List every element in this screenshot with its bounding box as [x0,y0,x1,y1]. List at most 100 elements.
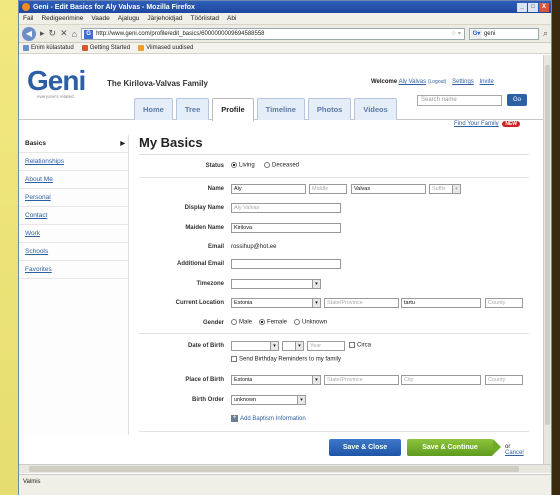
sidebar-item-about-me[interactable]: About Me [19,171,128,189]
search-box-text: geni [483,30,496,37]
email-value: rossihup@hot.ee [231,244,277,250]
sidebar-item-contact[interactable]: Contact [19,207,128,225]
current-city-input[interactable]: tartu [401,298,481,308]
dob-circa[interactable]: Circa [349,342,371,349]
current-country-select[interactable]: Estonia ▾ [231,298,321,308]
birth-country-select[interactable]: Estonia ▾ [231,375,321,385]
dob-year-input[interactable]: Year [307,341,345,351]
menu-view[interactable]: Vaade [91,15,109,22]
birth-state-input[interactable]: State/Province [324,375,399,385]
save-close-button[interactable]: Save & Close [329,439,401,456]
bookmark-label: Viimased uudised [146,45,194,51]
gender-male[interactable]: Male [231,319,252,326]
gender-unknown[interactable]: Unknown [294,319,327,326]
last-name-input[interactable]: Valvas [351,184,426,194]
bookmark-label: Getting Started [89,45,131,51]
birth-county-input[interactable]: County [485,375,523,385]
sidebar-item-schools[interactable]: Schools [19,243,128,261]
middle-name-input[interactable]: Middle [309,184,347,194]
sidebar-item-relationships[interactable]: Relationships [19,153,128,171]
cancel-link[interactable]: Cancel [505,450,524,456]
additional-email-input[interactable] [231,259,341,269]
tab-timeline[interactable]: Timeline [256,98,305,120]
menu-tools[interactable]: Tööriistad [190,15,219,22]
horizontal-scrollbar[interactable] [19,464,551,473]
tab-videos[interactable]: Videos [354,98,397,120]
bookmark-getting-started[interactable]: Getting Started [81,45,131,51]
status-deceased[interactable]: Deceased [264,162,299,169]
radio-icon [259,319,265,325]
gender-female[interactable]: Female [259,319,287,326]
sidebar-item-work[interactable]: Work [19,225,128,243]
save-continue-button[interactable]: Save & Continue [407,439,501,456]
minimize-button[interactable]: _ [517,2,527,12]
scroll-thumb[interactable] [545,65,550,425]
settings-link[interactable]: Settings [452,79,474,85]
birth-order-select[interactable]: unknown ▾ [231,395,306,405]
dob-month-select[interactable]: ▾ [231,341,279,351]
status-living[interactable]: Living [231,162,255,169]
tab-profile[interactable]: Profile [212,98,254,121]
scroll-thumb[interactable] [29,466,519,472]
user-link[interactable]: Aly Valvas [399,79,427,85]
geni-logo[interactable]: Geni everyone's related [27,65,86,99]
page-title: My Basics [139,135,529,155]
chevron-down-icon: ▾ [295,342,303,350]
bookmark-latest-news[interactable]: Viimased uudised [138,45,193,51]
menu-history[interactable]: Ajalugu [118,15,140,22]
browser-window: Geni - Edit Basics for Aly Valvas - Mozi… [18,0,552,495]
birth-city-input[interactable]: City [401,375,481,385]
menu-edit[interactable]: Redigeerimine [41,15,83,22]
page-content: Geni everyone's related The Kirilova-Val… [19,55,551,464]
timezone-select[interactable]: ▾ [231,279,321,289]
menu-bookmarks[interactable]: Järjehoidjad [147,15,182,22]
back-button[interactable]: ◀ [22,26,36,41]
stop-icon[interactable]: ✕ [60,28,68,39]
sidebar-item-personal[interactable]: Personal [19,189,128,207]
name-search-input[interactable]: Search name [417,95,502,106]
find-family-link[interactable]: Find Your Family [454,121,499,127]
tab-home[interactable]: Home [134,98,173,120]
gender-label: Gender [202,320,224,326]
tab-photos[interactable]: Photos [307,98,352,120]
chevron-down-icon: ▾ [312,376,320,384]
maiden-name-label: Maiden Name [185,225,224,231]
suffix-value: Suffix [432,186,446,192]
search-box[interactable]: G▾ geni [468,27,539,40]
home-icon[interactable]: ⌂ [72,29,77,39]
gender-unknown-label: Unknown [302,319,328,326]
forward-icon[interactable]: ▸ [40,28,45,39]
display-name-input[interactable]: Aly Valvas [231,203,341,213]
tab-tree[interactable]: Tree [175,98,210,120]
birth-order-value: unknown [234,397,257,403]
google-icon: G▾ [470,29,482,39]
search-go-icon[interactable]: ⌕ [543,28,548,39]
logout-link[interactable]: (Logout) [428,79,447,85]
vertical-scrollbar[interactable] [543,55,551,464]
sidebar-item-favorites[interactable]: Favorites [19,261,128,279]
bookmark-star-icon[interactable]: ☆ ▾ [451,29,461,40]
invite-link[interactable]: Invite [479,79,493,85]
suffix-select[interactable]: Suffix ▾ [429,184,461,194]
current-state-input[interactable]: State/Province [324,298,399,308]
address-bar[interactable]: G http://www.geni.com/profile/edit_basic… [81,27,465,40]
first-name-input[interactable]: Aly [231,184,306,194]
timezone-label: Timezone [196,281,224,287]
bookmark-most-visited[interactable]: Enim külastatud [23,45,74,51]
desktop-edge-right [552,0,560,495]
dob-day-select[interactable]: ▾ [282,341,304,351]
maiden-name-input[interactable]: Kirilova [231,223,341,233]
menu-help[interactable]: Abi [227,15,236,22]
current-location-label: Current Location [175,300,224,306]
birthday-reminder[interactable]: Send Birthday Reminders to my family [231,356,341,363]
reload-icon[interactable]: ↻ [49,28,57,39]
close-button[interactable]: X [539,2,549,12]
menu-bar: Fail Redigeerimine Vaade Ajalugu Järjeho… [19,13,551,25]
maximize-button[interactable]: □ [528,2,538,12]
add-baptism-link[interactable]: + Add Baptism Information [231,415,306,422]
pob-label: Place of Birth [185,377,224,383]
current-county-input[interactable]: County [485,298,523,308]
menu-file[interactable]: Fail [23,15,33,22]
sidebar-item-basics[interactable]: Basics [19,135,128,153]
search-go-button[interactable]: Go [507,94,527,106]
